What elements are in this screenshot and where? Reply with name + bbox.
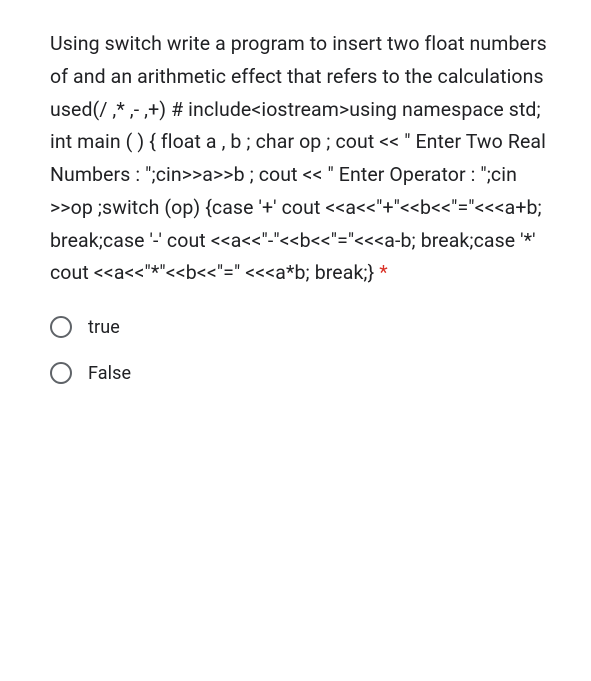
- option-false[interactable]: False: [50, 362, 551, 384]
- option-label: False: [88, 363, 131, 384]
- radio-icon: [50, 316, 72, 338]
- option-true[interactable]: true: [50, 316, 551, 338]
- required-asterisk: *: [379, 261, 388, 284]
- question-text: Using switch write a program to insert t…: [50, 28, 551, 290]
- radio-icon: [50, 362, 72, 384]
- option-label: true: [88, 317, 120, 338]
- options-group: true False: [50, 316, 551, 384]
- question-body: Using switch write a program to insert t…: [50, 32, 547, 284]
